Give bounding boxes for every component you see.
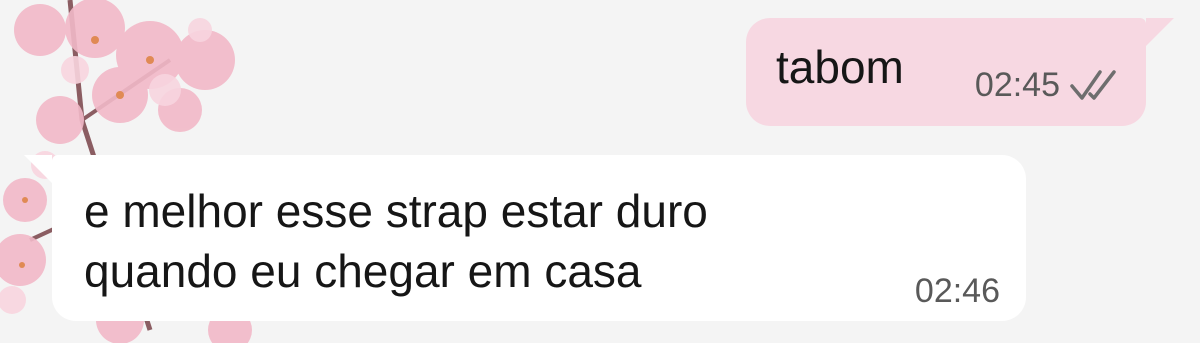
chat-thread: tabom 02:45 e melhor esse strap estar du… xyxy=(0,0,1200,343)
message-time: 02:45 xyxy=(974,66,1060,104)
outgoing-message-bubble[interactable]: tabom 02:45 xyxy=(746,18,1174,126)
double-check-icon xyxy=(1070,70,1116,100)
message-text: tabom xyxy=(776,41,904,93)
message-time: 02:46 xyxy=(914,272,1000,310)
bubble-tail xyxy=(1146,18,1174,46)
message-meta: 02:45 xyxy=(975,68,1120,102)
message-text-line: quando eu chegar em casa xyxy=(84,245,642,297)
incoming-message-bubble[interactable]: e melhor esse strap estar duro quando eu… xyxy=(24,155,1026,321)
message-text-line: e melhor esse strap estar duro xyxy=(84,185,708,237)
bubble-tail xyxy=(24,155,52,183)
